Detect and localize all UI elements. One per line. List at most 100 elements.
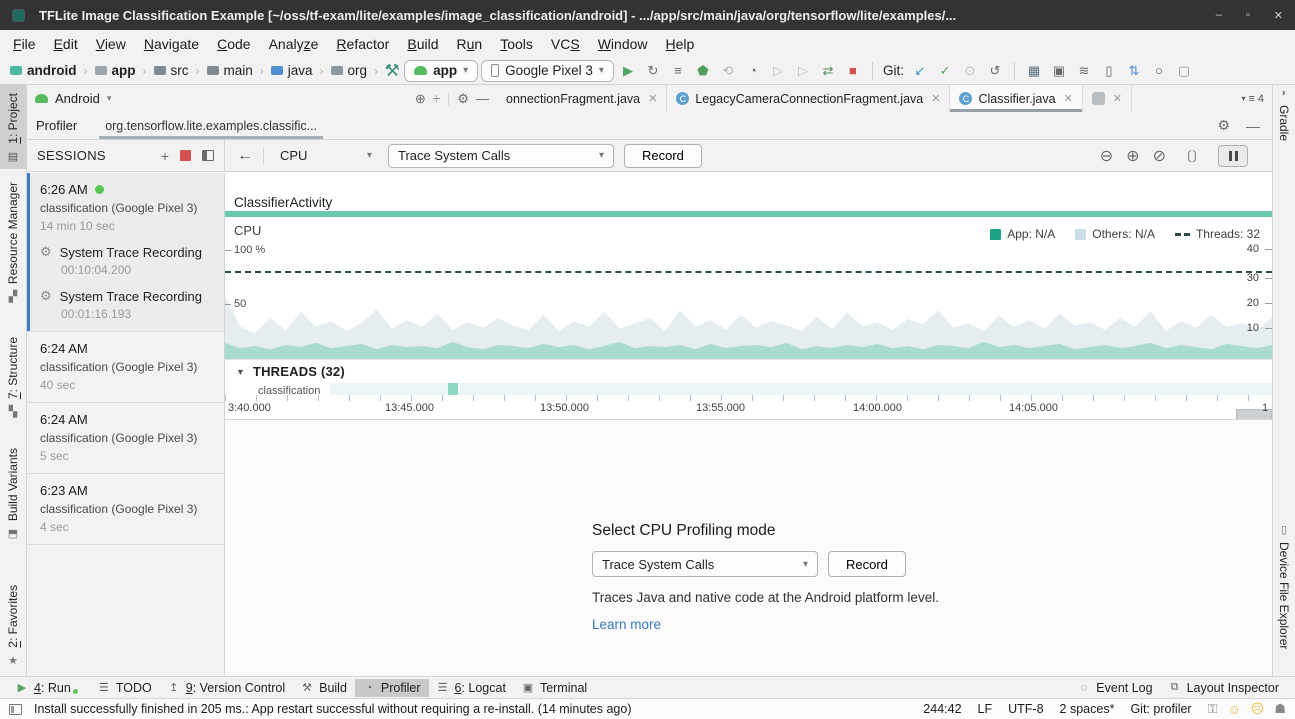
menu-file[interactable]: File [4, 33, 45, 55]
play-button[interactable]: ▶ [617, 60, 639, 82]
session-item[interactable]: 6:24 AMclassification (Google Pixel 3)5 … [27, 403, 224, 474]
learn-more-link[interactable]: Learn more [592, 617, 661, 632]
zoom-out-icon[interactable]: ⊖ [1100, 146, 1113, 166]
reset-zoom-icon[interactable]: ⊘ [1153, 146, 1166, 166]
profile-button[interactable]: ◔ [742, 60, 764, 82]
menu-refactor[interactable]: Refactor [327, 33, 398, 55]
breadcrumb-app[interactable]: app [93, 63, 138, 78]
device-dropdown[interactable]: Google Pixel 3▾ [481, 60, 614, 82]
locate-icon[interactable]: ⊕ [415, 91, 426, 107]
session-recording-item[interactable]: ⚙System Trace Recording00:10:04.200 [40, 244, 214, 277]
caret-position[interactable]: 244:42 [923, 702, 961, 716]
logcat-device-button[interactable]: ≋ [1073, 60, 1095, 82]
hide-panel-icon[interactable]: — [476, 91, 489, 106]
tool-window-button-layout-inspector[interactable]: ⧉Layout Inspector [1161, 679, 1287, 697]
attach-debugger-button[interactable]: ⟲ [717, 60, 739, 82]
maximize-button[interactable]: ▫ [1246, 9, 1250, 22]
session-recording-item[interactable]: ⚙System Trace Recording00:01:16.193 [40, 288, 214, 321]
tool-strip-device-file-explorer[interactable]: ▯Device File Explorer [1273, 523, 1295, 695]
profiler-hide-icon[interactable]: — [1246, 118, 1260, 134]
run-configuration-dropdown[interactable]: app▾ [404, 60, 478, 82]
collapse-sessions-icon[interactable] [202, 150, 214, 161]
cpu-usage-chart[interactable]: CPU App: N/AOthers: N/AThreads: 32 100 %… [225, 217, 1272, 359]
running-devices-button[interactable]: ▣ [1048, 60, 1070, 82]
thread-row[interactable]: classification [225, 383, 1272, 395]
layout-device-button[interactable]: ▯ [1098, 60, 1120, 82]
tool-window-button-event-log[interactable]: ◌Event Log [1070, 679, 1160, 697]
collapse-triangle-icon[interactable]: ▼ [236, 367, 245, 377]
mode-panel-dropdown[interactable]: Trace System Calls▾ [592, 551, 818, 577]
breadcrumb-android[interactable]: android [8, 63, 79, 78]
record-button[interactable]: Record [624, 144, 702, 168]
tool-window-button-4-run[interactable]: ▶4: Run [8, 679, 90, 697]
step-dot-disabled-button[interactable]: ▷ [792, 60, 814, 82]
tool-window-button-build[interactable]: ⚒Build [293, 679, 355, 697]
menu-window[interactable]: Window [589, 33, 657, 55]
tool-strip-gradle[interactable]: ◗Gradle [1273, 87, 1295, 169]
encoding[interactable]: UTF-8 [1008, 702, 1043, 716]
profiler-session-tab[interactable]: org.tensorflow.lite.examples.classific..… [99, 112, 323, 139]
zoom-to-selection-icon[interactable]: 〔〕 [1179, 146, 1205, 165]
menu-run[interactable]: Run [448, 33, 492, 55]
tool-window-button-9-version-control[interactable]: ↥9: Version Control [160, 679, 293, 697]
close-tab-icon[interactable]: ✕ [648, 92, 657, 105]
editor-tab-ghost[interactable]: ✕ [1083, 85, 1132, 112]
menu-analyze[interactable]: Analyze [260, 33, 328, 55]
happy-face-icon[interactable]: ☺ [1228, 702, 1241, 717]
hidden-tabs-dropdown[interactable]: ▾≡4 [1233, 85, 1272, 112]
apply-code-changes-button[interactable]: ≡ [667, 60, 689, 82]
profiler-view-dropdown[interactable]: CPU▾ [274, 148, 378, 163]
session-item[interactable]: 6:24 AMclassification (Google Pixel 3)40… [27, 332, 224, 403]
mode-panel-record-button[interactable]: Record [828, 551, 906, 577]
indent-setting[interactable]: 2 spaces* [1060, 702, 1115, 716]
tool-strip-build-variants[interactable]: Build Variants⬒ [0, 448, 26, 563]
add-session-icon[interactable]: + [161, 149, 169, 163]
tool-strip-7-structure[interactable]: 7: Structure▚ [0, 337, 26, 445]
sync-button[interactable]: ⇄ [817, 60, 839, 82]
stop-button[interactable]: ■ [842, 60, 864, 82]
debug-button[interactable]: ⬟ [692, 60, 714, 82]
menu-vcs[interactable]: VCS [542, 33, 589, 55]
search-button[interactable]: ○ [1148, 60, 1170, 82]
zoom-in-icon[interactable]: ⊕ [1126, 146, 1139, 166]
tool-window-button-profiler[interactable]: ◔Profiler [355, 679, 429, 697]
timeline-axis[interactable]: 3:40.00013:45.00013:50.00013:55.00014:00… [225, 395, 1272, 419]
editor-tab-Classifier.java[interactable]: CClassifier.java✕ [950, 85, 1082, 112]
pause-live-button[interactable] [1218, 145, 1248, 167]
menu-code[interactable]: Code [208, 33, 259, 55]
mirror-device-button[interactable]: ⇅ [1123, 60, 1145, 82]
sad-face-icon[interactable]: ☹ [1251, 701, 1265, 717]
session-item[interactable]: 6:23 AMclassification (Google Pixel 3)4 … [27, 474, 224, 545]
avatar-button[interactable]: ▢ [1173, 60, 1195, 82]
lock-icon[interactable]: ⚿ [1208, 701, 1218, 717]
menu-tools[interactable]: Tools [491, 33, 542, 55]
session-item[interactable]: 6:26 AMclassification (Google Pixel 3)14… [27, 173, 224, 332]
threads-section-header[interactable]: ▼ THREADS (32) [225, 359, 1272, 383]
menu-navigate[interactable]: Navigate [135, 33, 208, 55]
project-view-selector[interactable]: Android [55, 91, 100, 106]
settings-gear-icon[interactable]: ⚙ [457, 91, 469, 107]
git-commit-button[interactable]: ✓ [934, 60, 956, 82]
profiler-stage[interactable]: ClassifierActivity CPU App: N/AOthers: N… [225, 173, 1272, 676]
close-tab-icon[interactable]: ✕ [931, 92, 940, 105]
menu-edit[interactable]: Edit [45, 33, 87, 55]
profiler-settings-gear-icon[interactable]: ⚙ [1217, 117, 1230, 134]
trace-mode-dropdown[interactable]: Trace System Calls▾ [388, 144, 614, 168]
close-tab-icon[interactable]: ✕ [1113, 92, 1122, 105]
line-ending[interactable]: LF [978, 702, 993, 716]
tool-window-button-terminal[interactable]: ▣Terminal [514, 679, 595, 697]
editor-tab-LegacyCameraConnectionFragment.java[interactable]: CLegacyCameraConnectionFragment.java✕ [667, 85, 950, 112]
menu-view[interactable]: View [87, 33, 135, 55]
toggle-panels-icon[interactable] [9, 704, 22, 715]
breadcrumb-src[interactable]: src [152, 63, 191, 78]
breadcrumb-org[interactable]: org [329, 63, 370, 78]
git-branch[interactable]: Git: profiler [1130, 702, 1191, 716]
device-manager-button[interactable]: ▦ [1023, 60, 1045, 82]
menu-build[interactable]: Build [398, 33, 447, 55]
tool-strip-resource-manager[interactable]: Resource Manager▞ [0, 182, 26, 334]
back-arrow-icon[interactable]: ← [237, 147, 253, 165]
close-tab-icon[interactable]: ✕ [1064, 92, 1073, 105]
minimize-button[interactable]: – [1216, 9, 1222, 22]
close-button[interactable]: ✕ [1274, 9, 1283, 22]
hector-icon[interactable]: ☗ [1274, 701, 1286, 717]
